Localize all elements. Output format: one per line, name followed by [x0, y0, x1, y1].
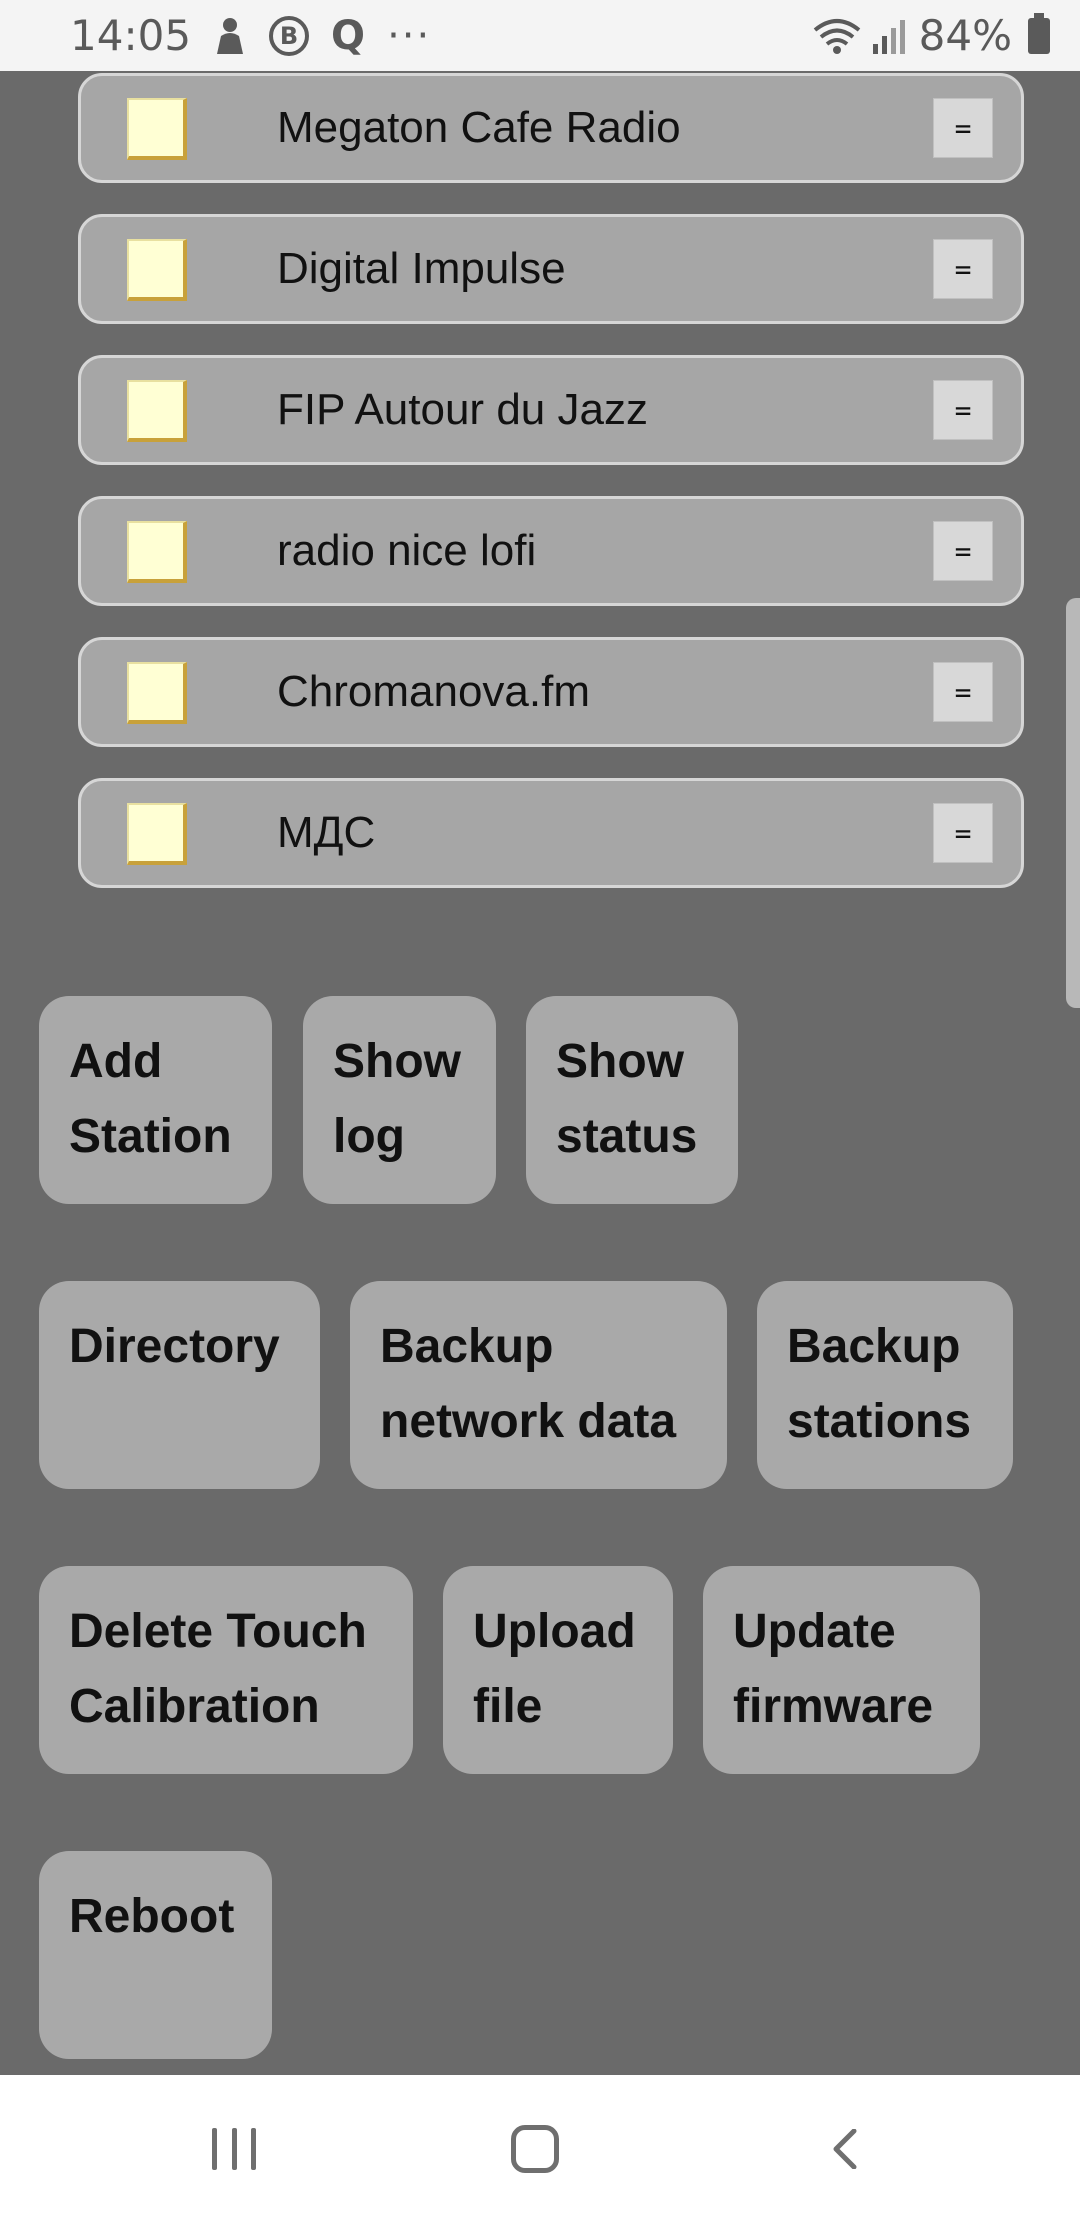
station-row[interactable]: МДС =: [78, 778, 1024, 888]
station-checkbox[interactable]: [127, 662, 187, 724]
signal-icon: [872, 18, 907, 54]
navigation-bar: [0, 2075, 1080, 2220]
station-row[interactable]: Chromanova.fm =: [78, 637, 1024, 747]
battery-icon: [1028, 12, 1050, 54]
recent-apps-icon[interactable]: [212, 2128, 256, 2170]
station-row[interactable]: radio nice lofi =: [78, 496, 1024, 606]
scrollbar-thumb[interactable]: [1066, 598, 1080, 1008]
station-name: Megaton Cafe Radio: [277, 103, 681, 152]
home-icon[interactable]: [511, 2125, 559, 2173]
status-time: 14:05: [70, 11, 192, 60]
wifi-icon: [813, 16, 861, 56]
backup-stations-button[interactable]: Backup stations: [757, 1281, 1013, 1489]
drag-handle-icon[interactable]: =: [933, 98, 993, 158]
battery-percent: 84%: [918, 11, 1012, 60]
station-name: FIP Autour du Jazz: [277, 385, 648, 434]
station-checkbox[interactable]: [127, 380, 187, 442]
screen: { "status_bar": { "time": "14:05", "b_ic…: [0, 0, 1080, 2220]
show-status-button[interactable]: Show status: [526, 996, 738, 1204]
delete-touch-calibration-button[interactable]: Delete Touch Calibration: [39, 1566, 413, 1774]
station-row[interactable]: Digital Impulse =: [78, 214, 1024, 324]
drag-handle-icon[interactable]: =: [933, 521, 993, 581]
station-checkbox[interactable]: [127, 803, 187, 865]
upload-file-button[interactable]: Upload file: [443, 1566, 673, 1774]
drag-handle-icon[interactable]: =: [933, 803, 993, 863]
notification-person-icon: [213, 16, 247, 56]
station-name: МДС: [277, 808, 376, 857]
add-station-button[interactable]: Add Station: [39, 996, 272, 1204]
station-checkbox[interactable]: [127, 521, 187, 583]
update-firmware-button[interactable]: Update firmware: [703, 1566, 980, 1774]
back-icon[interactable]: [826, 2128, 866, 2170]
backup-network-data-button[interactable]: Backup network data: [350, 1281, 727, 1489]
show-log-button[interactable]: Show log: [303, 996, 496, 1204]
station-checkbox[interactable]: [127, 239, 187, 301]
station-row[interactable]: FIP Autour du Jazz =: [78, 355, 1024, 465]
status-bar: 14:05 B Q ··· 84%: [0, 0, 1080, 71]
station-row[interactable]: Megaton Cafe Radio =: [78, 73, 1024, 183]
reboot-button[interactable]: Reboot: [39, 1851, 272, 2059]
station-checkbox[interactable]: [127, 98, 187, 160]
b-circle-icon: B: [269, 15, 310, 56]
directory-button[interactable]: Directory: [39, 1281, 320, 1489]
more-icon: ···: [387, 12, 432, 59]
drag-handle-icon[interactable]: =: [933, 239, 993, 299]
drag-handle-icon[interactable]: =: [933, 380, 993, 440]
station-name: Digital Impulse: [277, 244, 566, 293]
q-icon: Q: [331, 12, 366, 59]
drag-handle-icon[interactable]: =: [933, 662, 993, 722]
station-name: radio nice lofi: [277, 526, 537, 575]
station-name: Chromanova.fm: [277, 667, 591, 716]
